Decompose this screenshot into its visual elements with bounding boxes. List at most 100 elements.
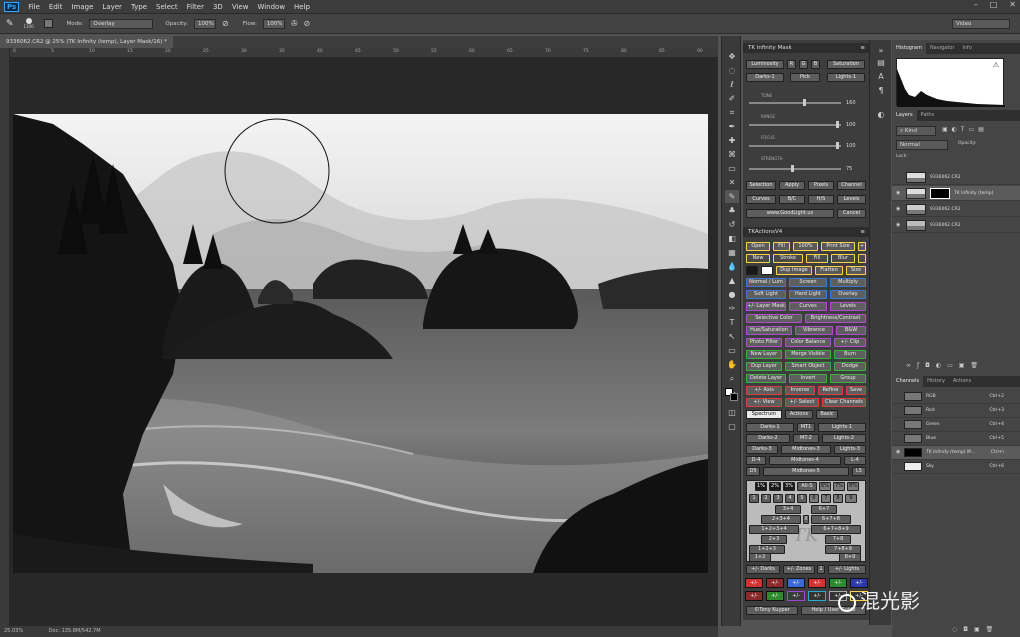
- zone-8-9[interactable]: 8+9: [839, 553, 861, 562]
- tab-info[interactable]: Info: [958, 43, 975, 54]
- spectrum-l4[interactable]: L-4: [844, 456, 866, 465]
- gradient-tool-icon[interactable]: ▦: [725, 246, 739, 259]
- spectrum-lights-3[interactable]: Lights-3: [834, 445, 866, 454]
- spectrum-d5[interactable]: D5: [746, 467, 760, 476]
- hand-tool-icon[interactable]: ✋: [725, 358, 739, 371]
- hs-button[interactable]: H/S: [808, 195, 834, 204]
- healing-tool-icon[interactable]: ✚: [725, 134, 739, 147]
- brightness-contrast-button[interactable]: Brightness/Contrast: [805, 314, 866, 323]
- zone-7-8[interactable]: 7+8: [825, 535, 851, 544]
- pct-3[interactable]: 3%: [783, 482, 795, 491]
- credit-button[interactable]: ©Tony Kuyper: [746, 606, 798, 615]
- menu-layer[interactable]: Layer: [102, 3, 122, 11]
- menu-edit[interactable]: Edit: [49, 3, 63, 11]
- focus-slider[interactable]: [749, 145, 841, 147]
- blur-extra-button[interactable]: [858, 254, 866, 263]
- fill-button[interactable]: Fill: [773, 242, 790, 251]
- layer-mask-thumbnail[interactable]: [930, 188, 950, 199]
- menu-3d[interactable]: 3D: [213, 3, 223, 11]
- spectrum-lights-2[interactable]: Lights-2: [822, 434, 866, 443]
- photo-canvas[interactable]: [13, 114, 708, 573]
- zone-1[interactable]: 1: [749, 494, 759, 503]
- menu-image[interactable]: Image: [71, 3, 93, 11]
- blur-tool-icon[interactable]: 💧: [725, 260, 739, 273]
- inverse-button[interactable]: Inverse: [785, 386, 815, 395]
- paragraph-icon[interactable]: ¶: [874, 86, 888, 99]
- plus-button[interactable]: +: [858, 242, 866, 251]
- mode-select[interactable]: Overlay: [89, 18, 154, 29]
- layer-row-1[interactable]: 9336062.CR2: [892, 170, 1020, 185]
- range-slider-knob[interactable]: [836, 121, 839, 128]
- shape-tool-icon[interactable]: ▭: [725, 344, 739, 357]
- eraser-tool-icon[interactable]: ◧: [725, 232, 739, 245]
- zone-4[interactable]: 4: [785, 494, 795, 503]
- size-button[interactable]: Size: [846, 266, 866, 275]
- menu-window[interactable]: Window: [257, 3, 285, 11]
- opacity-field[interactable]: 100%: [194, 18, 216, 29]
- burn-button[interactable]: Burn: [834, 350, 866, 359]
- zone-2-3-4[interactable]: 2+3+4: [761, 515, 801, 524]
- zone-2[interactable]: 2: [761, 494, 771, 503]
- menu-help[interactable]: Help: [294, 3, 310, 11]
- zone-3-4[interactable]: 3+4: [775, 505, 801, 514]
- tab-basic[interactable]: Basic: [816, 410, 838, 419]
- curves-2-button[interactable]: Curves: [789, 302, 827, 311]
- tab-layers[interactable]: Layers: [892, 110, 917, 121]
- new-layer-button[interactable]: New Layer: [746, 350, 782, 359]
- zone-x[interactable]: X: [803, 515, 809, 524]
- strength-slider[interactable]: [749, 168, 841, 170]
- quick-btn-8[interactable]: +/-: [766, 591, 784, 601]
- channel-row-rgb[interactable]: RGB Ctrl+2: [892, 390, 1020, 404]
- new-button[interactable]: New: [746, 254, 770, 263]
- spectrum-lights-1[interactable]: Lights-1: [818, 423, 866, 432]
- delete-layer-button[interactable]: Delete Layer: [746, 374, 786, 383]
- select-button[interactable]: +/- Select: [785, 398, 819, 407]
- print-size-button[interactable]: Print Size: [821, 242, 855, 251]
- layer-row-3[interactable]: ◉ 9336062.CR2: [892, 202, 1020, 217]
- layer-mask-button[interactable]: +/- Layer Mask: [746, 302, 786, 311]
- pct-1[interactable]: 1%: [755, 482, 767, 491]
- black-swatch-button[interactable]: [746, 266, 758, 275]
- levels-2-button[interactable]: Levels: [830, 302, 866, 311]
- lights-toggle-button[interactable]: +/- Lights: [828, 565, 866, 574]
- tone-slider-knob[interactable]: [803, 99, 806, 106]
- marquee-tool-icon[interactable]: ◌: [725, 64, 739, 77]
- darks-1-button[interactable]: Darks-1: [746, 73, 784, 82]
- pct-2[interactable]: 2%: [769, 482, 781, 491]
- tone-slider[interactable]: [749, 102, 841, 104]
- tab-navigator[interactable]: Navigator: [926, 43, 958, 54]
- airbrush-icon[interactable]: ✇: [291, 19, 298, 28]
- normal-lum-button[interactable]: Normal / Lum: [746, 278, 786, 287]
- crop-tool-icon[interactable]: ⌗: [725, 106, 739, 119]
- hue-saturation-button[interactable]: Hue/Saturation: [746, 326, 792, 335]
- spectrum-midtones-3[interactable]: Midtones-3: [781, 445, 831, 454]
- layer-footer-icons[interactable]: ∞ƒ◘◐▭▣🗑: [906, 362, 984, 369]
- fill-2-button[interactable]: Fill: [806, 254, 828, 263]
- save-button[interactable]: Save: [846, 386, 866, 395]
- zoom-level[interactable]: 25.03%: [4, 628, 23, 634]
- zone-1-2-3-4[interactable]: 1+2+3+4: [749, 525, 799, 534]
- blur-button[interactable]: Blur: [831, 254, 855, 263]
- merge-visible-button[interactable]: Merge Visible: [785, 350, 831, 359]
- vibrance-button[interactable]: Vibrance: [795, 326, 833, 335]
- tab-channels[interactable]: Channels: [892, 376, 924, 387]
- white-swatch-button[interactable]: [761, 266, 773, 275]
- zone-6-7-8[interactable]: 6+7+8: [811, 515, 851, 524]
- group-button[interactable]: Group: [830, 374, 866, 383]
- background-color-swatch[interactable]: [730, 393, 738, 401]
- tab-spectrum[interactable]: Spectrum: [746, 410, 782, 419]
- zone-2-3[interactable]: 2+3: [761, 535, 787, 544]
- dodge-button[interactable]: Dodge: [834, 362, 866, 371]
- path-select-tool-icon[interactable]: ↖: [725, 330, 739, 343]
- apply-button[interactable]: Apply: [779, 181, 805, 190]
- zone-3[interactable]: 3: [773, 494, 783, 503]
- zone-6-7[interactable]: 6+7: [811, 505, 837, 514]
- quick-mask-icon[interactable]: ◫: [725, 406, 739, 419]
- pressure-size-icon[interactable]: ⊘: [304, 19, 311, 28]
- spectrum-darks-2[interactable]: Darks-2: [746, 434, 790, 443]
- dup-image-button[interactable]: Dup Image: [776, 266, 812, 275]
- spectrum-darks-1[interactable]: Darks-1: [746, 423, 794, 432]
- screen-button[interactable]: Screen: [789, 278, 827, 287]
- pct-all-s[interactable]: All-S: [797, 482, 817, 491]
- levels-button[interactable]: Levels: [837, 195, 866, 204]
